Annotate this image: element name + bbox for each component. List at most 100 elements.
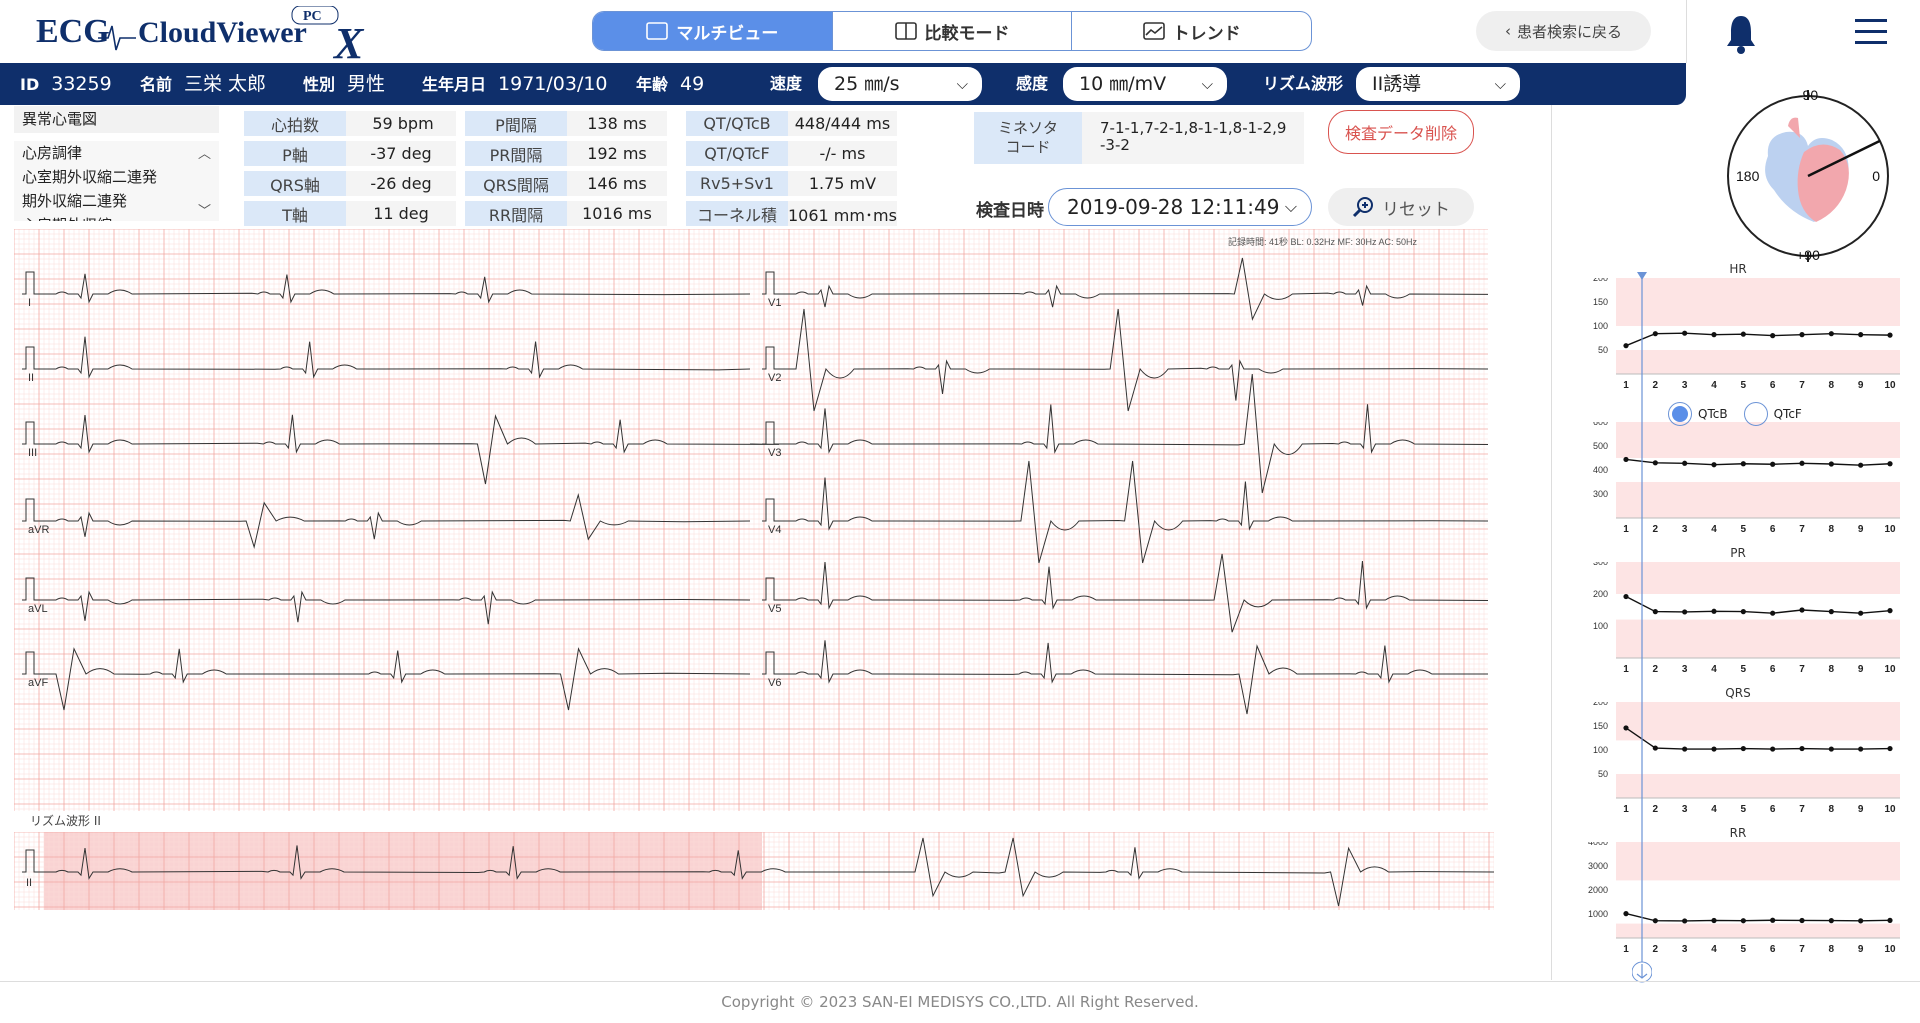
chevron-down-icon: ⌵ (956, 75, 968, 93)
hamburger-menu-icon[interactable] (1855, 18, 1887, 46)
measurement-table-3: QT/QTcB 448/444 ms QT/QTcF -/- ms Rv5+Sv1 1… (686, 106, 897, 231)
trend-chart[interactable]: 4000 3000 2000 1000 1 2 3 4 5 6 7 8 9 10 (1556, 842, 1920, 962)
trend-point (1740, 331, 1746, 337)
ecg-12-lead-chart[interactable]: 記録時間: 41秒 BL: 0.32Hz MF: 30Hz AC: 50Hz I V… (14, 229, 1488, 811)
meas-label: Rv5+Sv1 (686, 171, 788, 196)
trend-point (1711, 917, 1717, 924)
trend-title-rr: RR (1729, 826, 1747, 840)
trend-x-tick: 6 (1770, 664, 1776, 675)
axis-dial-label: 180 (1736, 168, 1760, 184)
chevron-up-icon[interactable]: ︿ (198, 143, 211, 162)
patient-info-bar: ID 33259 名前 三栄 太郎 性別 男性 生年月日 1971/03/10 年齢 49… (0, 63, 1686, 105)
meas-value: -37 deg (346, 141, 456, 166)
exam-date-label: 検査日時 (976, 201, 1044, 221)
diagnosis-title: 異常心電図 (14, 106, 219, 133)
diagnosis-list[interactable]: 心房調律 心室期外収縮二連発 期外収縮二連発 心房期外収縮 ︿ ﹀ (14, 141, 219, 221)
trend-x-tick: 1 (1623, 664, 1629, 675)
trend-x-tick: 7 (1799, 524, 1805, 535)
lead-label: V1 (768, 297, 781, 309)
ecg-trace-aVL (22, 577, 751, 625)
delete-exam-data-button[interactable]: 検査データ削除 (1328, 110, 1474, 154)
trend-x-tick: 6 (1770, 380, 1776, 391)
trend-point (1887, 608, 1893, 614)
lead-label: aVL (28, 603, 48, 615)
trend-x-tick: 3 (1682, 524, 1688, 535)
diagnosis-item: 心房期外収縮 (22, 213, 219, 221)
meas-label: QT/QTcF (686, 141, 788, 166)
trend-x-tick: 2 (1653, 380, 1659, 391)
trend-chart[interactable]: 200 150 100 50 1 2 3 4 5 6 7 8 9 10 (1556, 702, 1920, 822)
back-to-patient-search-button[interactable]: ‹ 患者検索に戻る (1476, 11, 1651, 51)
trend-x-tick: 1 (1623, 944, 1629, 955)
minnesota-label: ミネソタ コード (974, 112, 1082, 164)
trend-tick: 2000 (1588, 885, 1608, 895)
radio-circle-icon (1743, 402, 1768, 426)
bell-icon[interactable] (1724, 14, 1758, 54)
trend-cursor[interactable] (1632, 270, 1652, 985)
trend-normal-band (1616, 326, 1900, 350)
trend-point (1711, 746, 1717, 752)
trend-x-tick: 4 (1711, 664, 1717, 675)
trend-point (1828, 461, 1834, 467)
ecg-trace-II (22, 336, 751, 379)
trend-x-tick: 3 (1682, 804, 1688, 815)
trend-x-tick: 9 (1858, 380, 1864, 391)
trend-x-tick: 4 (1711, 380, 1717, 391)
trend-x-tick: 7 (1799, 380, 1805, 391)
trend-point (1799, 917, 1805, 924)
lead-label: aVF (28, 677, 48, 689)
lead-label: V5 (768, 603, 781, 615)
meas-label: T軸 (244, 201, 346, 226)
radio-qtcb[interactable]: QTcB (1668, 402, 1728, 426)
chevron-down-icon: ⌵ (1494, 75, 1506, 93)
trend-chart[interactable]: 300 200 100 1 2 3 4 5 6 7 8 9 10 (1556, 562, 1920, 682)
lead-label: aVR (28, 524, 49, 536)
chevron-down-icon: ⌵ (1284, 197, 1297, 216)
trend-x-tick: 8 (1829, 524, 1835, 535)
trend-point (1858, 462, 1864, 468)
tab-multi-view[interactable]: マルチビュー (593, 12, 832, 50)
trend-x-tick: 9 (1858, 664, 1864, 675)
trend-chart[interactable]: 600 500 400 300 1 2 3 4 5 6 7 8 9 10 (1556, 422, 1920, 542)
trend-point (1858, 918, 1864, 924)
reset-zoom-button[interactable]: リセット (1328, 188, 1474, 226)
speed-select[interactable]: 25 ㎜/s ⌵ (818, 67, 982, 101)
rhythm-lead-select[interactable]: II誘導 ⌵ (1356, 67, 1520, 101)
radio-qtcf[interactable]: QTcF (1743, 402, 1802, 426)
back-label: 患者検索に戻る (1516, 22, 1622, 41)
trend-x-tick: 5 (1741, 380, 1747, 391)
trend-point (1652, 918, 1658, 924)
measurement-table-2: P間隔 138 ms PR間隔 192 ms QRS間隔 146 ms RR間隔 101… (465, 106, 667, 231)
meas-label: PR間隔 (465, 141, 567, 166)
trend-x-tick: 1 (1623, 524, 1629, 535)
exam-date-select[interactable]: 2019-09-28 12:11:49 ⌵ (1048, 188, 1312, 226)
sensitivity-select[interactable]: 10 ㎜/mV ⌵ (1063, 67, 1227, 101)
trend-tick: 500 (1593, 441, 1608, 451)
rhythm-strip-title: リズム波形 II (30, 814, 101, 828)
trend-point (1887, 745, 1893, 752)
trend-point (1887, 461, 1893, 467)
chevron-down-icon[interactable]: ﹀ (198, 200, 211, 219)
lead-label: V6 (768, 677, 781, 689)
trend-title-hr: HR (1729, 262, 1747, 276)
trend-x-tick: 9 (1858, 804, 1864, 815)
trend-title-qrs: QRS (1725, 686, 1751, 700)
trend-point (1887, 332, 1893, 338)
tab-trend[interactable]: トレンド (1071, 12, 1311, 50)
patient-name: 名前 三栄 太郎 (140, 73, 267, 95)
meas-value: -/- ms (788, 141, 897, 166)
axis-dial-label: -90 (1798, 87, 1818, 103)
trend-x-tick: 6 (1770, 804, 1776, 815)
trend-tick: 150 (1593, 297, 1608, 307)
trend-x-tick: 2 (1653, 804, 1659, 815)
rhythm-strip-chart[interactable]: II (14, 832, 1494, 910)
trend-tick: 100 (1593, 745, 1608, 755)
trend-tick: 200 (1593, 702, 1608, 707)
tab-compare-mode[interactable]: 比較モード (831, 12, 1072, 50)
trend-tick: 50 (1598, 345, 1608, 355)
rhythm-lead-label: リズム波形 (1263, 74, 1344, 93)
trend-x-tick: 5 (1741, 664, 1747, 675)
trend-point (1770, 746, 1776, 752)
logo-x: X (332, 19, 365, 62)
trend-chart[interactable]: 200 150 100 50 1 2 3 4 5 6 7 8 9 10 (1556, 278, 1920, 398)
